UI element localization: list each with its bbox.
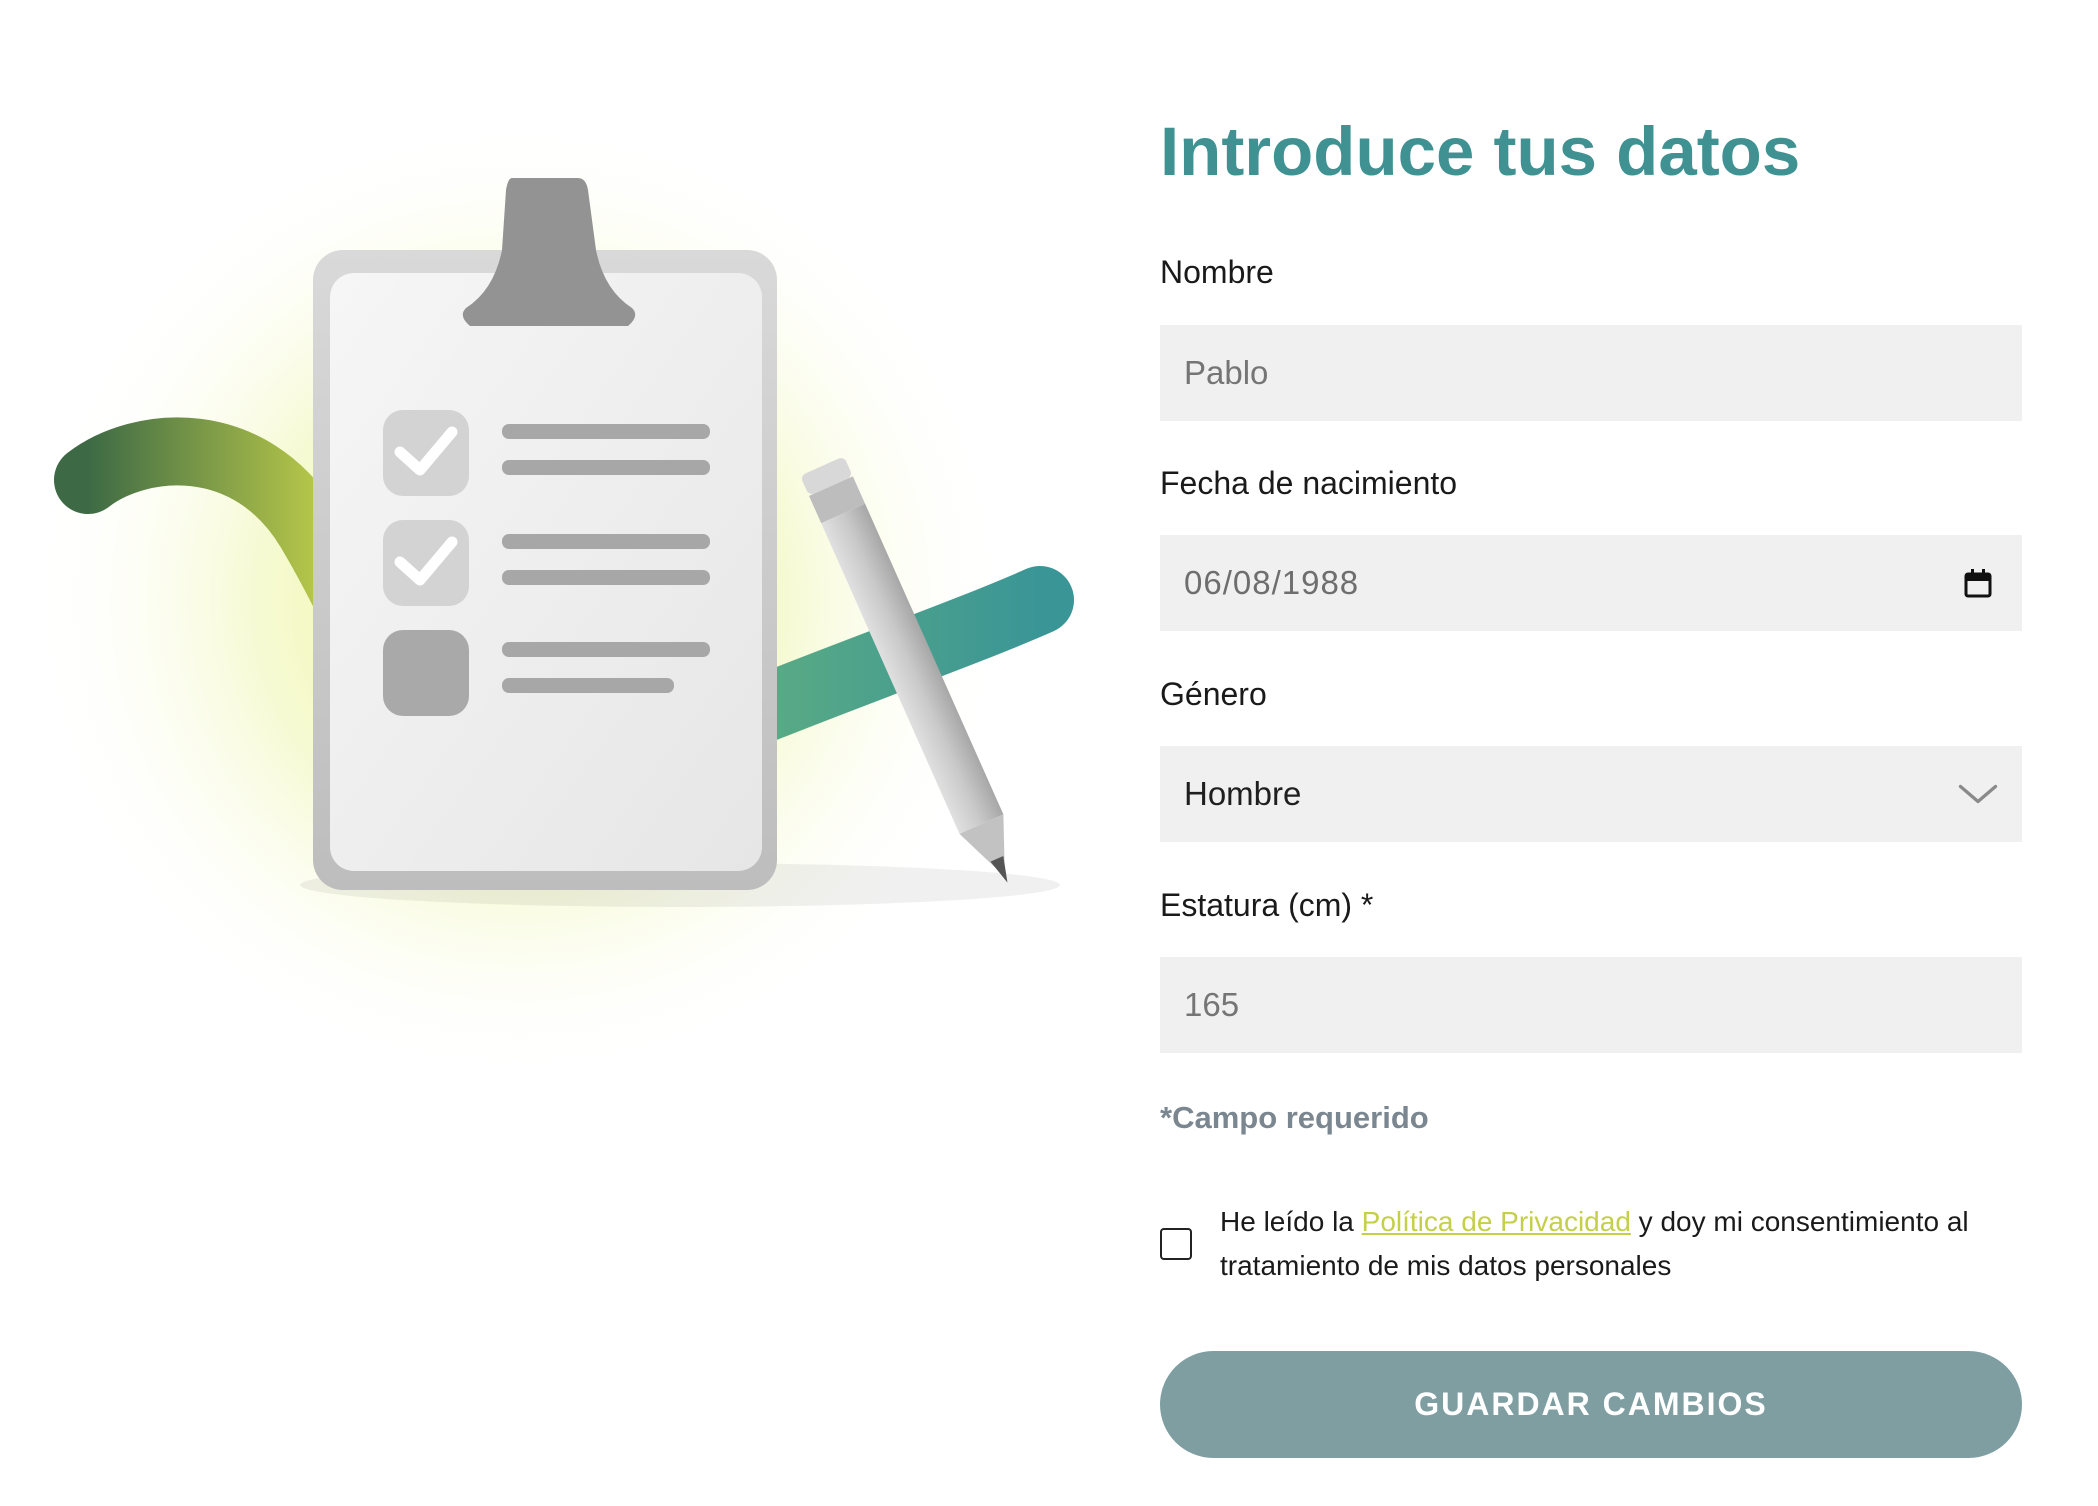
birthdate-value: 06/08/1988: [1184, 564, 1360, 601]
gender-select[interactable]: Hombre: [1160, 746, 2022, 842]
calendar-icon[interactable]: [1958, 563, 1998, 603]
height-field-box[interactable]: [1160, 957, 2022, 1053]
save-button[interactable]: GUARDAR CAMBIOS: [1160, 1351, 2022, 1458]
consent-text-before: He leído la: [1220, 1206, 1362, 1237]
name-input[interactable]: [1184, 354, 1998, 392]
name-field-box[interactable]: [1160, 325, 2022, 421]
height-label: Estatura (cm) *: [1160, 887, 1374, 923]
birthdate-field[interactable]: 06/08/1988: [1160, 535, 2022, 631]
privacy-policy-link[interactable]: Política de Privacidad: [1362, 1206, 1631, 1237]
height-input[interactable]: [1184, 986, 1998, 1024]
name-label: Nombre: [1160, 254, 1274, 290]
consent-text: He leído la Política de Privacidad y doy…: [1220, 1200, 2040, 1288]
consent-checkbox[interactable]: [1160, 1228, 1192, 1260]
chevron-down-icon: [1958, 774, 1998, 814]
required-note: *Campo requerido: [1160, 1100, 1429, 1135]
empty-box-icon: [383, 630, 469, 716]
gender-value: Hombre: [1184, 775, 1302, 812]
gender-label: Género: [1160, 676, 1267, 712]
clipboard-checklist-illustration: [30, 120, 1074, 1080]
birthdate-label: Fecha de nacimiento: [1160, 465, 1458, 501]
page-title: Introduce tus datos: [1160, 113, 1801, 190]
